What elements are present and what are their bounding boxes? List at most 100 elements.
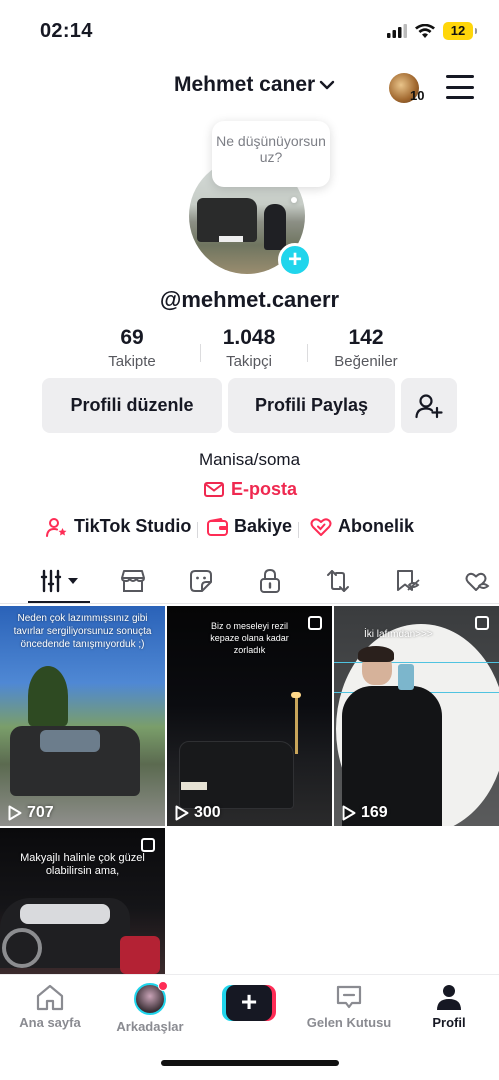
video-caption: İki lafımdan>>> <box>364 629 433 640</box>
play-icon <box>342 805 356 821</box>
nav-label: Gelen Kutusu <box>306 1015 392 1030</box>
plus-icon: + <box>226 985 272 1021</box>
account-switcher[interactable]: Mehmet caner <box>174 73 335 97</box>
tool-label: Bakiye <box>234 516 293 536</box>
wifi-icon <box>415 23 435 38</box>
view-count: 300 <box>194 804 221 821</box>
nav-profile[interactable]: Profil <box>399 983 499 1030</box>
profile-actions: Profili düzenle Profili Paylaş <box>0 378 499 434</box>
bookmark-hidden-icon <box>397 570 420 591</box>
edit-profile-button[interactable]: Profili düzenle <box>42 378 222 433</box>
tab-liked[interactable] <box>457 566 497 596</box>
sticker-icon <box>190 570 212 592</box>
profile-username: @mehmet.canerr <box>159 287 340 312</box>
video-caption: Biz o meseleyi rezil kepaze olana kadar … <box>210 621 289 655</box>
tool-divider <box>298 522 299 538</box>
email-link[interactable]: E-posta <box>204 479 297 500</box>
shop-icon <box>121 570 145 592</box>
tool-label: Abonelik <box>338 516 415 536</box>
nav-home[interactable]: Ana sayfa <box>0 983 100 1030</box>
video-thumbnail[interactable]: Neden çok lazımmışsınız gibi tavırlar se… <box>0 606 165 826</box>
tool-divider <box>197 522 198 538</box>
bubble-tail <box>291 197 297 203</box>
status-icons: 12 <box>387 22 477 40</box>
add-story-plus-icon[interactable]: + <box>278 243 312 277</box>
create-button[interactable]: + <box>222 985 276 1021</box>
tab-reposts[interactable] <box>318 566 358 596</box>
inbox-icon <box>336 985 362 1009</box>
play-icon <box>8 805 22 821</box>
play-icon <box>175 805 189 821</box>
stat-divider <box>307 344 308 362</box>
email-label: E-posta <box>231 479 298 499</box>
status-bar: 02:14 12 <box>0 0 499 62</box>
tab-shop[interactable] <box>113 566 153 596</box>
tab-sticker[interactable] <box>181 566 221 596</box>
multi-photo-icon <box>308 616 322 630</box>
stat-followers-value: 1.048 <box>222 326 276 349</box>
profile-tabs <box>0 560 499 604</box>
envelope-icon <box>204 482 224 497</box>
video-grid: Neden çok lazımmışsınız gibi tavırlar se… <box>0 606 499 974</box>
stat-following[interactable]: 69 Takipte <box>82 326 182 370</box>
videos-grid-icon <box>40 569 78 593</box>
stat-followers[interactable]: 1.048 Takipçi <box>199 326 299 370</box>
active-tab-indicator <box>28 601 90 603</box>
chevron-down-icon <box>320 80 335 90</box>
heart-hidden-icon <box>465 572 490 591</box>
subscription-heart-icon <box>310 517 332 536</box>
person-star-icon <box>46 517 67 537</box>
notification-dot <box>158 981 168 991</box>
tool-label: TikTok Studio <box>74 516 192 536</box>
balance-link[interactable]: Bakiye <box>207 516 292 537</box>
view-count: 169 <box>361 804 388 821</box>
stat-likes-label: Beğeniler <box>334 353 398 370</box>
home-icon <box>36 984 64 1011</box>
avatar-badge: 10 <box>410 88 425 103</box>
home-indicator <box>161 1060 339 1066</box>
profile-stats: 69 Takipte 1.048 Takipçi 142 Beğeniler <box>0 326 499 376</box>
repost-icon <box>327 570 349 592</box>
thought-bubble[interactable]: Ne düşünüyorsun uz? <box>212 121 330 187</box>
status-time: 02:14 <box>40 20 93 42</box>
profile-header: Mehmet caner 10 <box>0 66 499 110</box>
stat-followers-label: Takipçi <box>226 353 272 370</box>
nav-inbox[interactable]: Gelen Kutusu <box>299 983 399 1030</box>
stat-following-label: Takipte <box>108 353 156 370</box>
video-thumbnail[interactable]: Biz o meseleyi rezil kepaze olana kadar … <box>167 606 332 826</box>
multi-photo-icon <box>475 616 489 630</box>
creator-tools: TikTok Studio Bakiye Abonelik <box>0 516 499 544</box>
video-views: 707 <box>8 804 54 822</box>
add-person-icon <box>415 393 443 418</box>
video-caption: Makyajlı halinle çok güzel olabilirsin a… <box>20 852 145 877</box>
view-count: 707 <box>27 804 54 821</box>
nav-label: Ana sayfa <box>19 1015 81 1030</box>
nav-label: Arkadaşlar <box>116 1019 184 1034</box>
profile-bio: Manisa/soma <box>198 450 301 469</box>
wallet-icon <box>207 517 228 536</box>
nav-label: Profil <box>432 1015 466 1030</box>
subscription-link[interactable]: Abonelik <box>310 516 414 537</box>
friends-avatar <box>134 981 168 1015</box>
video-caption: Neden çok lazımmışsınız gibi tavırlar se… <box>13 613 152 650</box>
hamburger-menu-icon[interactable] <box>446 75 474 99</box>
add-friend-button[interactable] <box>401 378 457 433</box>
nav-friends[interactable]: Arkadaşlar <box>100 981 200 1034</box>
video-thumbnail[interactable]: İki lafımdan>>> 169 <box>334 606 499 826</box>
share-profile-button[interactable]: Profili Paylaş <box>228 378 395 433</box>
profile-icon <box>437 985 461 1010</box>
stat-likes[interactable]: 142 Beğeniler <box>316 326 416 370</box>
video-views: 300 <box>175 804 221 822</box>
video-thumbnail[interactable]: Makyajlı halinle çok güzel olabilirsin a… <box>0 828 165 974</box>
tiktok-studio-link[interactable]: TikTok Studio <box>46 516 191 537</box>
multi-photo-icon <box>141 838 155 852</box>
stat-following-value: 69 <box>120 326 144 349</box>
stat-likes-value: 142 <box>348 326 384 349</box>
tab-favorites[interactable] <box>387 566 427 596</box>
tab-private[interactable] <box>250 566 290 596</box>
tab-videos[interactable] <box>38 566 82 596</box>
battery-indicator: 12 <box>443 22 477 40</box>
lock-icon <box>260 568 280 593</box>
signal-icon <box>387 24 407 38</box>
video-views: 169 <box>342 804 388 822</box>
